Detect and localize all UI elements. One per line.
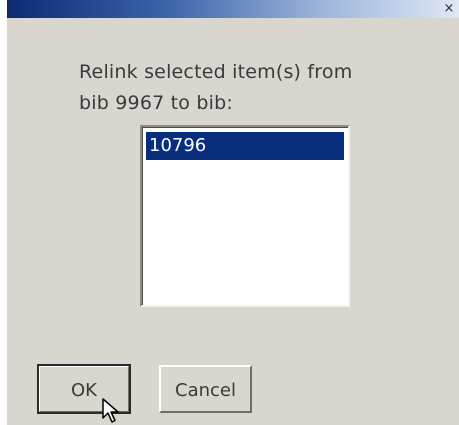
relink-prompt: Relink selected item(s) from bib 9967 to… [79,61,353,114]
title-bar[interactable]: × [7,0,459,18]
close-icon[interactable]: × [442,2,456,16]
mouse-pointer-icon [102,398,119,423]
bib-listbox[interactable]: 10796 [140,125,350,307]
list-item[interactable]: 10796 [146,132,344,160]
cancel-button[interactable]: Cancel [159,365,252,413]
relink-dialog: × Relink selected item(s) from bib 9967 … [7,0,459,425]
